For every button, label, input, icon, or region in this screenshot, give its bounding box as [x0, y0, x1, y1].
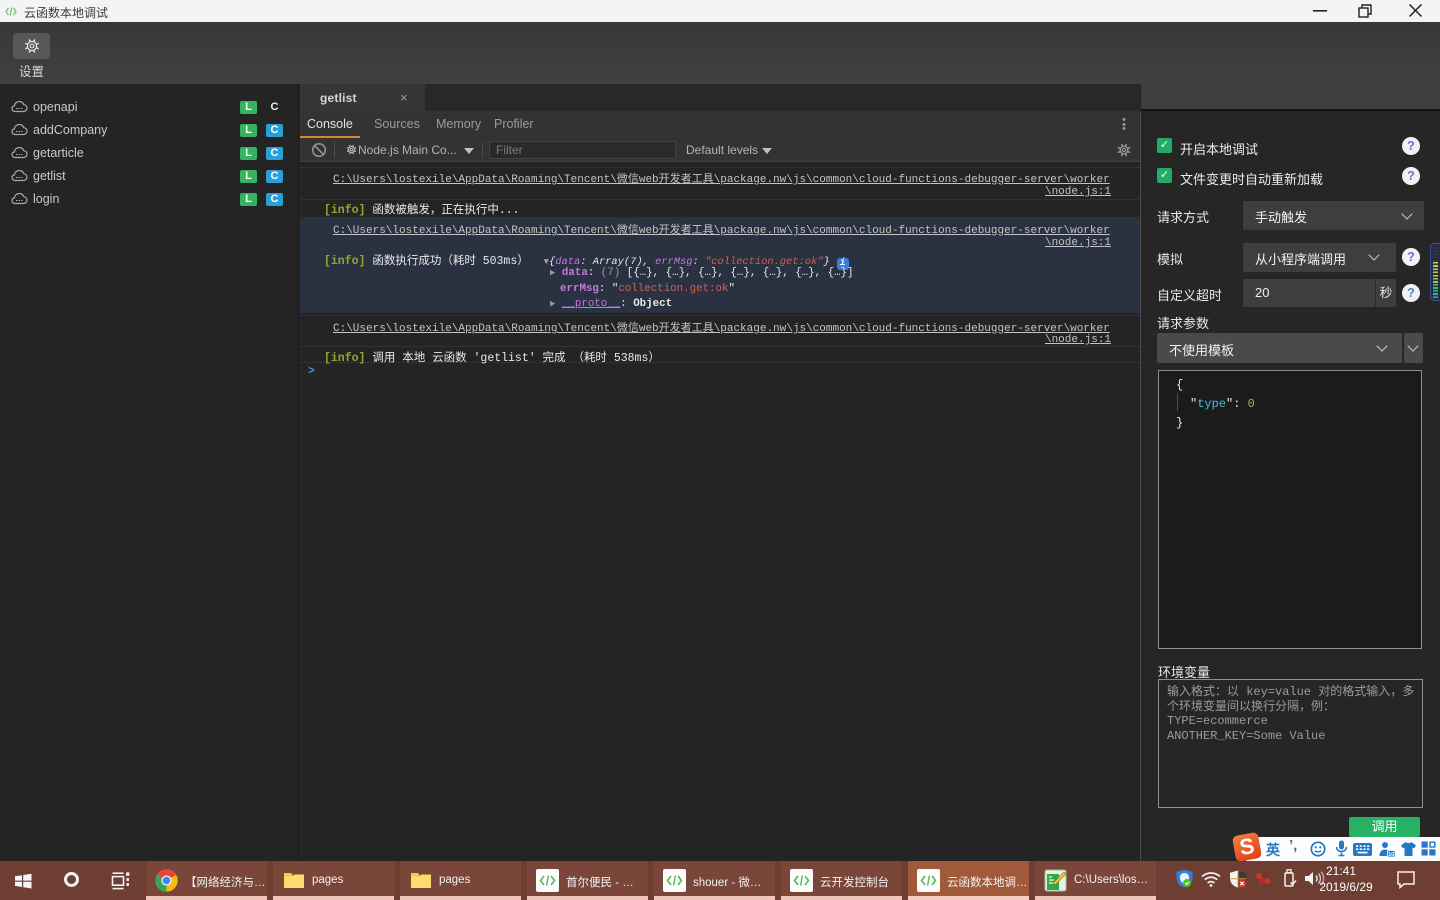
svg-text:10: 10	[1388, 851, 1394, 857]
